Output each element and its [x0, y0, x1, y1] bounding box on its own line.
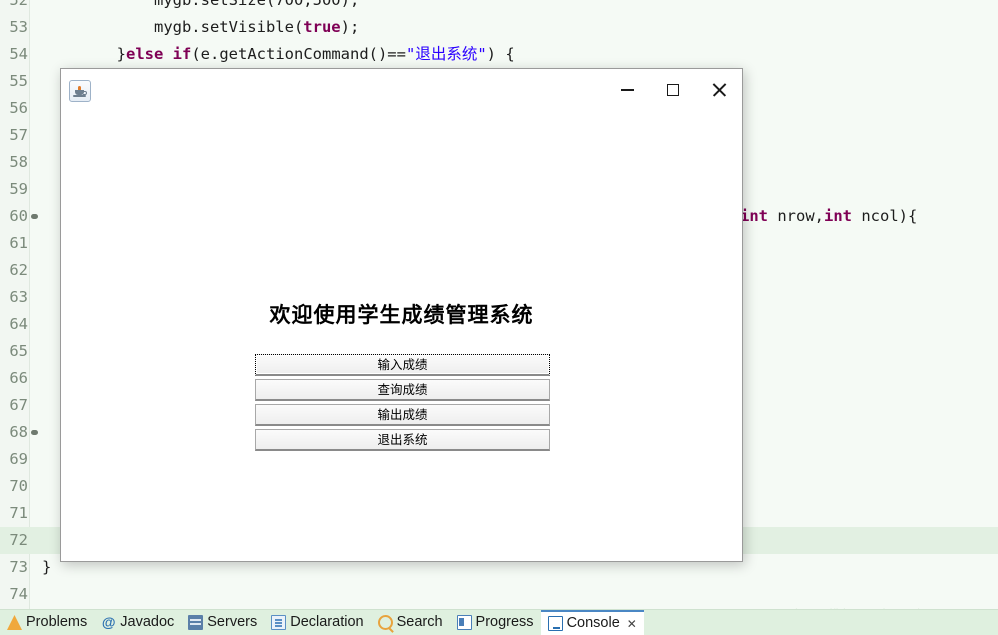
view-tab-label: Search [396, 614, 443, 631]
code-line: 53 mygb.setVisible(true); [0, 14, 998, 41]
line-number: 58 [9, 153, 28, 171]
menu-button-2[interactable]: 查询成绩 [255, 379, 550, 401]
view-tab-label: Javadoc [120, 614, 175, 631]
menu-button-stack: 输入成绩查询成绩输出成绩退出系统 [255, 354, 550, 454]
view-tab-search[interactable]: Search [371, 610, 450, 635]
line-number: 65 [9, 342, 28, 360]
document-icon [271, 615, 287, 630]
code-token: mygb.setVisible( [42, 18, 304, 36]
breakpoint-marker-icon[interactable] [31, 430, 38, 435]
maximize-icon [667, 84, 679, 96]
view-tab-label: Servers [207, 614, 258, 631]
view-tab-declaration[interactable]: Declaration [264, 610, 370, 635]
line-number: 53 [9, 18, 28, 36]
menu-button-3[interactable]: 输出成绩 [255, 404, 550, 426]
line-number: 62 [9, 261, 28, 279]
minimize-button[interactable] [604, 69, 650, 111]
line-number: 61 [9, 234, 28, 252]
dialog-title-bar[interactable] [61, 69, 742, 111]
line-number: 57 [9, 126, 28, 144]
menu-button-1[interactable]: 输入成绩 [255, 354, 550, 376]
server-rack-icon [188, 615, 204, 630]
tab-close-icon[interactable]: ✕ [627, 617, 637, 631]
view-tab-bar[interactable]: Problems @ Javadoc Servers Declaration Search… [0, 609, 998, 635]
code-line: 54 }else if(e.getActionCommand()=="退出系统"… [0, 41, 998, 68]
line-number: 60 [9, 207, 28, 225]
code-token: int [824, 207, 852, 225]
view-tab-problems[interactable]: Problems [0, 610, 94, 635]
code-token: ); [340, 18, 360, 36]
view-tab-console[interactable]: Console ✕ [540, 610, 644, 635]
view-tab-label: Declaration [290, 614, 364, 631]
view-tab-servers[interactable]: Servers [181, 610, 264, 635]
screen-root: 52 mygb.setSize(700,500); 53 mygb.setVisi… [0, 0, 998, 635]
code-text: }else if(e.getActionCommand()=="退出系统") { [42, 41, 515, 68]
line-number: 67 [9, 396, 28, 414]
code-token: (e.getActionCommand()== [191, 45, 406, 63]
line-number: 74 [9, 585, 28, 603]
code-token: true [303, 18, 341, 36]
code-line: 52 mygb.setSize(700,500); [0, 0, 998, 14]
view-tab-label: Console [566, 615, 620, 632]
view-tab-label: Progress [475, 614, 534, 631]
code-text: mygb.setVisible(true); [42, 14, 359, 41]
code-token: mygb.setSize(700,500); [42, 0, 360, 9]
code-text: int nrow,int ncol){ [740, 203, 917, 230]
code-token: } [42, 45, 126, 63]
code-line: 74 [0, 581, 998, 608]
progress-bar-icon [456, 615, 472, 630]
view-tab-progress[interactable]: Progress [450, 610, 541, 635]
line-number: 69 [9, 450, 28, 468]
swing-dialog-window[interactable]: 欢迎使用学生成绩管理系统 输入成绩查询成绩输出成绩退出系统 [60, 68, 743, 562]
welcome-heading: 欢迎使用学生成绩管理系统 [269, 302, 534, 327]
watermark: https://blog.csdn.net/swy66 [795, 606, 957, 609]
line-number: 68 [9, 423, 28, 441]
line-number: 64 [9, 315, 28, 333]
view-tab-label: Problems [26, 614, 88, 631]
console-monitor-icon [547, 616, 563, 631]
breakpoint-marker-icon[interactable] [31, 214, 38, 219]
minimize-icon [620, 89, 634, 91]
code-text: mygb.setSize(700,500); [42, 0, 359, 14]
line-number: 72 [9, 531, 28, 549]
code-token: ncol){ [852, 207, 918, 225]
line-number: 52 [9, 0, 28, 9]
code-token: else [126, 45, 164, 63]
dialog-content: 欢迎使用学生成绩管理系统 输入成绩查询成绩输出成绩退出系统 [61, 111, 742, 561]
line-number: 71 [9, 504, 28, 522]
menu-button-4[interactable]: 退出系统 [255, 429, 550, 451]
view-tab-javadoc[interactable]: @ Javadoc [94, 610, 181, 635]
magnifier-icon [377, 615, 393, 630]
code-token: if [172, 45, 192, 63]
line-number: 55 [9, 72, 28, 90]
code-text: } [42, 554, 51, 581]
line-number: 63 [9, 288, 28, 306]
close-icon [712, 83, 726, 97]
close-button[interactable] [696, 69, 742, 111]
code-token: ) { [486, 45, 515, 63]
line-number: 54 [9, 45, 28, 63]
code-token: nrow, [768, 207, 824, 225]
window-controls [604, 69, 742, 111]
line-number: 59 [9, 180, 28, 198]
line-number: 56 [9, 99, 28, 117]
line-number: 70 [9, 477, 28, 495]
java-cup-icon [69, 80, 91, 102]
code-token: "退出系统" [405, 45, 487, 63]
code-token: } [42, 558, 52, 576]
line-number: 66 [9, 369, 28, 387]
warning-triangle-icon [7, 615, 22, 630]
line-number: 73 [9, 558, 28, 576]
at-sign-icon: @ [101, 614, 116, 630]
code-token: int [740, 207, 768, 225]
maximize-button[interactable] [650, 69, 696, 111]
